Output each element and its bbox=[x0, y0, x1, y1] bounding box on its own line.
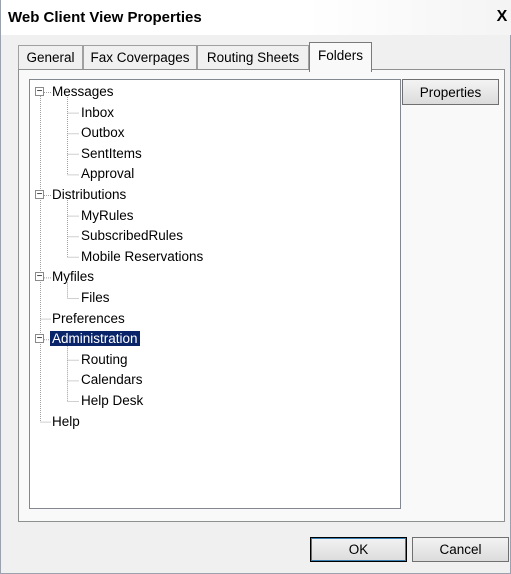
collapse-icon[interactable]: − bbox=[35, 272, 44, 282]
cancel-button[interactable]: Cancel bbox=[412, 537, 509, 562]
folders-tab-panel: Messages − Inbox Outbox SentItems Approval Dis… bbox=[18, 69, 505, 522]
tree-node-label: Myfiles bbox=[52, 269, 95, 285]
properties-button[interactable]: Properties bbox=[402, 79, 499, 105]
tree-node-label: Inbox bbox=[81, 104, 115, 120]
collapse-icon[interactable]: − bbox=[35, 190, 44, 200]
tree-child-node[interactable]: MyRules bbox=[81, 206, 134, 226]
tree-node-label: Help Desk bbox=[81, 393, 144, 408]
close-icon[interactable]: X bbox=[495, 9, 509, 25]
tree-node-label: Mobile Reservations bbox=[81, 248, 204, 264]
tree-node-label: Calendars bbox=[81, 372, 143, 388]
tree-child-node[interactable]: Outbox bbox=[81, 123, 125, 143]
window-title: Web Client View Properties bbox=[8, 9, 202, 26]
tab-fax-coverpages[interactable]: Fax Coverpages bbox=[83, 45, 197, 69]
tree-node-label: Outbox bbox=[81, 125, 125, 141]
dialog-window: Web Client View Properties X General Fax… bbox=[0, 0, 511, 574]
tree-node-label: Preferences bbox=[52, 310, 125, 326]
title-bar[interactable]: Web Client View Properties X bbox=[1, 0, 511, 35]
tree-child-node[interactable]: SubscribedRules bbox=[81, 226, 183, 246]
folder-tree[interactable]: Messages − Inbox Outbox SentItems Approval Dis… bbox=[29, 79, 401, 509]
tree-child-node[interactable]: Inbox bbox=[81, 103, 114, 123]
tree-node[interactable]: Distributions bbox=[52, 185, 126, 205]
ok-button[interactable]: OK bbox=[310, 537, 407, 562]
tree-node-label: Files bbox=[81, 290, 110, 305]
tree-node[interactable]: Preferences bbox=[52, 309, 125, 329]
tree-node[interactable]: Help bbox=[52, 412, 80, 432]
tree-child-node[interactable]: Approval bbox=[81, 164, 134, 184]
collapse-icon[interactable]: − bbox=[35, 334, 44, 344]
tab-general[interactable]: General bbox=[18, 45, 83, 69]
tree-node-label: Administration bbox=[50, 331, 140, 347]
tab-folders[interactable]: Folders bbox=[309, 42, 372, 72]
tree-node-label: Routing bbox=[81, 351, 128, 367]
tree-child-node[interactable]: Mobile Reservations bbox=[81, 247, 203, 267]
tree-node-label: MyRules bbox=[81, 207, 134, 223]
tree-node-label: Distributions bbox=[52, 187, 127, 202]
tree-node-label: SentItems bbox=[81, 145, 142, 161]
tree-node-label: Approval bbox=[81, 166, 135, 182]
tree-node[interactable]: Administration bbox=[50, 329, 140, 349]
tree-node-label: Help bbox=[52, 413, 80, 429]
tree-child-node[interactable]: Calendars bbox=[81, 370, 143, 390]
tab-routing-sheets[interactable]: Routing Sheets bbox=[197, 45, 309, 69]
tree-child-node[interactable]: SentItems bbox=[81, 144, 142, 164]
tree-node-label: SubscribedRules bbox=[81, 228, 184, 244]
tree-node[interactable]: Myfiles bbox=[52, 267, 94, 287]
tree-node-label: Messages bbox=[52, 84, 114, 99]
tree-child-node[interactable]: Routing bbox=[81, 350, 128, 370]
collapse-icon[interactable]: − bbox=[35, 87, 44, 97]
tree-child-node[interactable]: Help Desk bbox=[81, 391, 143, 411]
tree-child-node[interactable]: Files bbox=[81, 288, 110, 308]
tree-node[interactable]: Messages bbox=[52, 82, 114, 102]
